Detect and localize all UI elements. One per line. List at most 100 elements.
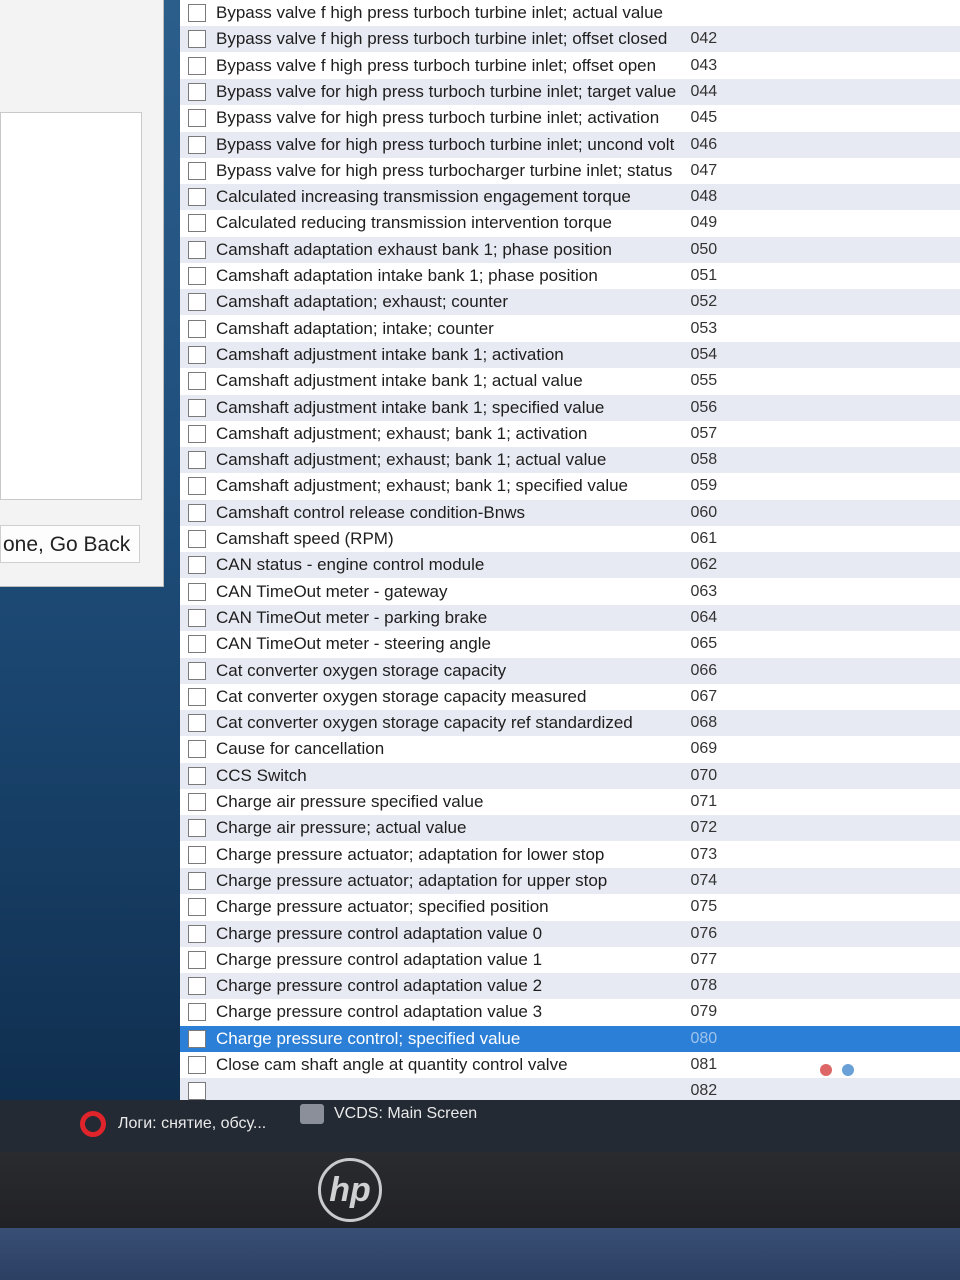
row-checkbox[interactable] bbox=[188, 398, 206, 417]
row-checkbox[interactable] bbox=[188, 714, 206, 733]
row-checkbox[interactable] bbox=[188, 661, 206, 680]
row-checkbox[interactable] bbox=[188, 293, 206, 312]
list-item[interactable]: Cat converter oxygen storage capacity re… bbox=[180, 710, 960, 737]
row-loc: 067 bbox=[690, 687, 718, 705]
row-checkbox[interactable] bbox=[188, 424, 206, 443]
row-label: Bypass valve for high press turboch turb… bbox=[216, 108, 660, 128]
row-checkbox[interactable] bbox=[188, 82, 206, 101]
list-item[interactable]: Charge pressure actuator; adaptation for… bbox=[180, 842, 960, 868]
row-checkbox[interactable] bbox=[188, 924, 206, 943]
row-loc: 046 bbox=[690, 135, 718, 153]
row-checkbox[interactable] bbox=[188, 1056, 206, 1074]
list-item[interactable]: Cat converter oxygen storage capacity me… bbox=[180, 684, 960, 710]
list-item[interactable]: Charge pressure actuator; adaptation for… bbox=[180, 867, 960, 894]
row-checkbox[interactable] bbox=[188, 556, 206, 575]
row-checkbox[interactable] bbox=[188, 950, 206, 969]
list-item[interactable]: Camshaft adaptation; exhaust; counter 052 bbox=[180, 289, 960, 316]
tray-icon[interactable] bbox=[820, 1064, 832, 1076]
row-checkbox[interactable] bbox=[188, 977, 206, 996]
row-checkbox[interactable] bbox=[188, 30, 206, 49]
row-label: Calculated reducing transmission interve… bbox=[216, 213, 612, 233]
list-item[interactable]: Bypass valve f high press turboch turbin… bbox=[180, 26, 960, 53]
row-label: Charge pressure actuator; adaptation for… bbox=[216, 870, 608, 890]
list-item[interactable]: Camshaft control release condition-Bnws 0… bbox=[180, 499, 960, 526]
row-checkbox[interactable] bbox=[188, 635, 206, 654]
list-item[interactable]: CCS Switch 070 bbox=[180, 762, 960, 789]
row-checkbox[interactable] bbox=[188, 871, 206, 890]
list-item[interactable]: Bypass valve f high press turboch turbin… bbox=[180, 53, 960, 79]
row-checkbox[interactable] bbox=[188, 740, 206, 759]
list-item[interactable]: Charge pressure control; specified value… bbox=[180, 1025, 960, 1052]
row-checkbox[interactable] bbox=[188, 766, 206, 785]
row-label: CAN status - engine control module bbox=[216, 555, 485, 575]
list-item[interactable]: Bypass valve for high press turboch turb… bbox=[180, 131, 960, 158]
row-checkbox[interactable] bbox=[188, 4, 206, 22]
tray-icon[interactable] bbox=[842, 1064, 854, 1076]
list-item[interactable]: Camshaft adjustment intake bank 1; activ… bbox=[180, 341, 960, 368]
row-checkbox[interactable] bbox=[188, 240, 206, 259]
row-checkbox[interactable] bbox=[188, 372, 206, 391]
hp-logo: hp bbox=[318, 1158, 382, 1222]
row-checkbox[interactable] bbox=[188, 135, 206, 154]
list-item[interactable]: Bypass valve for high press turbocharger… bbox=[180, 158, 960, 184]
list-item[interactable]: Calculated reducing transmission interve… bbox=[180, 210, 960, 236]
list-item[interactable]: CAN status - engine control module 062 bbox=[180, 552, 960, 579]
row-checkbox[interactable] bbox=[188, 1029, 206, 1048]
list-item[interactable]: Charge pressure actuator; specified posi… bbox=[180, 894, 960, 920]
row-checkbox[interactable] bbox=[188, 477, 206, 496]
row-label: Calculated increasing transmission engag… bbox=[216, 187, 631, 207]
row-label: Camshaft adaptation; intake; counter bbox=[216, 318, 494, 338]
row-checkbox[interactable] bbox=[188, 845, 206, 864]
list-item[interactable]: Charge air pressure specified value 071 bbox=[180, 789, 960, 815]
taskbar-item-vcds[interactable]: VCDS: Main Screen bbox=[300, 1094, 510, 1134]
row-checkbox[interactable] bbox=[188, 109, 206, 128]
list-item[interactable]: Camshaft adjustment intake bank 1; speci… bbox=[180, 394, 960, 421]
row-checkbox[interactable] bbox=[188, 1003, 206, 1022]
row-loc: 052 bbox=[690, 293, 718, 311]
row-checkbox[interactable] bbox=[188, 530, 206, 548]
list-item[interactable]: Charge air pressure; actual value 072 bbox=[180, 815, 960, 842]
list-item[interactable]: Bypass valve f high press turboch turbin… bbox=[180, 0, 960, 26]
row-checkbox[interactable] bbox=[188, 793, 206, 811]
row-checkbox[interactable] bbox=[188, 503, 206, 522]
list-item[interactable]: Charge pressure control adaptation value… bbox=[180, 973, 960, 1000]
row-checkbox[interactable] bbox=[188, 898, 206, 917]
list-item[interactable]: CAN TimeOut meter - parking brake 064 bbox=[180, 604, 960, 631]
done-go-back-button[interactable]: one, Go Back bbox=[0, 525, 140, 563]
list-item[interactable]: Camshaft adjustment intake bank 1; actua… bbox=[180, 368, 960, 394]
row-checkbox[interactable] bbox=[188, 345, 206, 364]
list-item[interactable]: Camshaft adaptation; intake; counter 053 bbox=[180, 316, 960, 342]
list-item[interactable]: Charge pressure control adaptation value… bbox=[180, 999, 960, 1025]
row-checkbox[interactable] bbox=[188, 451, 206, 470]
background-dialog-panel bbox=[0, 112, 142, 500]
row-loc: 065 bbox=[690, 635, 718, 653]
list-item[interactable]: Charge pressure control adaptation value… bbox=[180, 947, 960, 973]
list-item[interactable]: Calculated increasing transmission engag… bbox=[180, 184, 960, 211]
list-item[interactable]: Cause for cancellation 069 bbox=[180, 736, 960, 762]
list-item[interactable]: Cat converter oxygen storage capacity 066 bbox=[180, 657, 960, 684]
row-checkbox[interactable] bbox=[188, 1082, 206, 1101]
list-item[interactable]: CAN TimeOut meter - gateway 063 bbox=[180, 579, 960, 605]
list-item[interactable]: Camshaft adjustment; exhaust; bank 1; ac… bbox=[180, 421, 960, 447]
row-checkbox[interactable] bbox=[188, 608, 206, 627]
list-item[interactable]: Camshaft adjustment; exhaust; bank 1; ac… bbox=[180, 447, 960, 474]
row-checkbox[interactable] bbox=[188, 582, 206, 601]
row-checkbox[interactable] bbox=[188, 687, 206, 706]
row-checkbox[interactable] bbox=[188, 188, 206, 207]
list-item[interactable]: Bypass valve for high press turboch turb… bbox=[180, 78, 960, 105]
list-item[interactable]: Bypass valve for high press turboch turb… bbox=[180, 105, 960, 131]
row-checkbox[interactable] bbox=[188, 56, 206, 75]
row-loc: 070 bbox=[690, 766, 718, 784]
list-item[interactable]: Camshaft adjustment; exhaust; bank 1; sp… bbox=[180, 473, 960, 499]
list-item[interactable]: Camshaft speed (RPM) 061 bbox=[180, 526, 960, 552]
list-item[interactable]: Camshaft adaptation exhaust bank 1; phas… bbox=[180, 236, 960, 263]
row-checkbox[interactable] bbox=[188, 319, 206, 338]
row-checkbox[interactable] bbox=[188, 161, 206, 180]
list-item[interactable]: Charge pressure control adaptation value… bbox=[180, 920, 960, 947]
row-checkbox[interactable] bbox=[188, 267, 206, 285]
list-item[interactable]: CAN TimeOut meter - steering angle 065 bbox=[180, 631, 960, 657]
taskbar-item-opera[interactable]: Логи: снятие, обсу... bbox=[80, 1104, 290, 1144]
row-checkbox[interactable] bbox=[188, 214, 206, 233]
list-item[interactable]: Camshaft adaptation intake bank 1; phase… bbox=[180, 263, 960, 289]
row-checkbox[interactable] bbox=[188, 819, 206, 838]
